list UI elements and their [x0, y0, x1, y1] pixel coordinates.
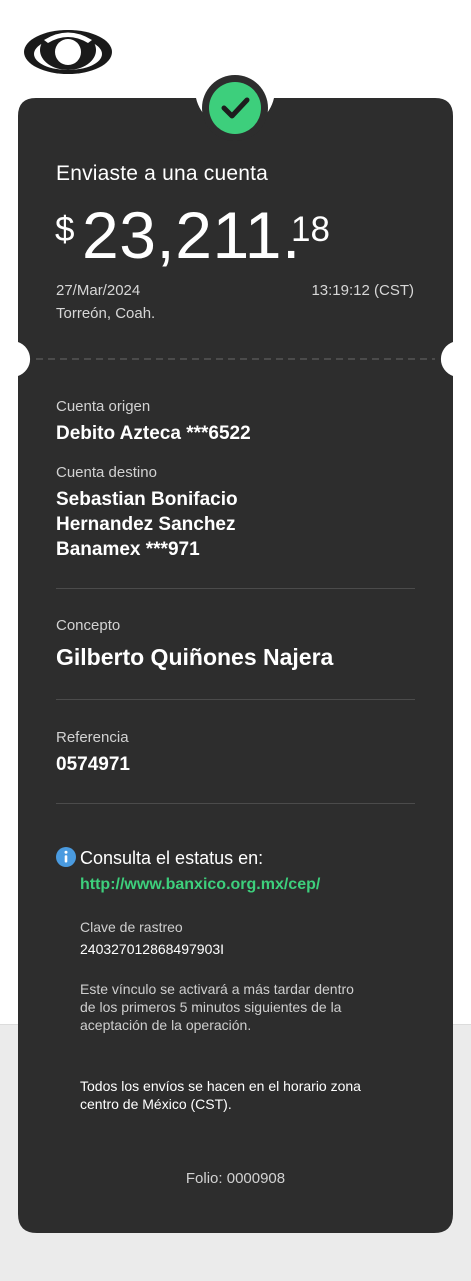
destination-name-line: Hernandez Sanchez — [56, 514, 236, 535]
banxico-link[interactable]: http://www.banxico.org.mx/cep/ — [80, 876, 320, 894]
transfer-time: 13:19:12 (CST) — [311, 282, 414, 299]
tracking-value: 240327012868497903I — [80, 941, 225, 957]
divider — [56, 803, 415, 804]
schedule-note: Todos los envíos se hacen en el horario … — [80, 1077, 425, 1113]
transfer-date: 27/Mar/2024 — [56, 282, 141, 299]
amount-main: 23,211. — [82, 198, 301, 272]
tracking-label: Clave de rastreo — [80, 919, 183, 935]
check-circle-icon — [202, 75, 268, 141]
transfer-location: Torreón, Coah. — [56, 305, 156, 322]
currency-symbol: $ — [55, 210, 75, 249]
activation-note: Este vínculo se activará a más tardar de… — [80, 980, 425, 1034]
folio: Folio: 0000908 — [185, 1170, 286, 1187]
note-line: centro de México (CST). — [80, 1096, 232, 1112]
note-line: Este vínculo se activará a más tardar de… — [80, 981, 354, 997]
info-icon — [56, 847, 76, 867]
divider — [56, 588, 415, 589]
reference-value: 0574971 — [56, 754, 130, 775]
amount-cents: 18 — [291, 210, 330, 249]
concept-value: Gilberto Quiñones Najera — [56, 644, 334, 670]
reference-label: Referencia — [56, 729, 129, 746]
transfer-title: Enviaste a una cuenta — [56, 162, 269, 185]
note-line: de los primeros 5 minutos siguientes de … — [80, 999, 342, 1015]
divider — [56, 699, 415, 700]
concept-label: Concepto — [56, 617, 121, 634]
note-line: Todos los envíos se hacen en el horario … — [80, 1078, 361, 1094]
origin-value: Debito Azteca ***6522 — [56, 423, 251, 444]
destination-name-line: Sebastian Bonifacio — [56, 489, 238, 510]
status-title: Consulta el estatus en: — [80, 848, 264, 868]
origin-label: Cuenta origen — [56, 398, 151, 415]
destination-label: Cuenta destino — [56, 464, 157, 481]
destination-account: Banamex ***971 — [56, 539, 200, 560]
note-line: aceptación de la operación. — [80, 1017, 252, 1033]
